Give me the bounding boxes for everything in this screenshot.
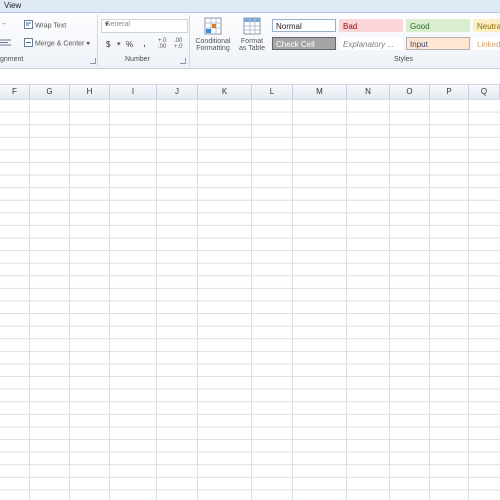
divider [97, 15, 98, 66]
format-as-table-button[interactable]: Format as Table [234, 16, 270, 52]
chevron-down-icon: ▾ [86, 40, 90, 48]
cell-style-good[interactable]: Good [406, 19, 470, 32]
column-header-j[interactable]: J [157, 85, 198, 99]
chevron-down-icon: ▾ [117, 41, 121, 48]
group-label-alignment: gnment [0, 56, 24, 63]
gridline [389, 99, 390, 500]
merge-center-button[interactable]: Merge & Center ▾ [24, 38, 90, 49]
column-header-k[interactable]: K [198, 85, 252, 99]
divider [189, 15, 190, 66]
column-header-n[interactable]: N [347, 85, 390, 99]
gridline [69, 99, 70, 500]
gridline [251, 99, 252, 500]
conditional-formatting-icon [192, 16, 234, 38]
number-format-dropdown[interactable]: General ▾ [101, 19, 188, 33]
percent-button[interactable]: % [126, 40, 133, 49]
column-header-o[interactable]: O [390, 85, 430, 99]
group-label-styles: Styles [394, 56, 414, 63]
cell-style-normal[interactable]: Normal [272, 19, 336, 32]
number-launcher-icon[interactable] [180, 58, 186, 64]
gridline [197, 99, 198, 500]
tab-view[interactable]: View [4, 1, 21, 10]
ribbon-tab-bar: View [0, 0, 500, 13]
indent-arrow-icon[interactable]: → [0, 20, 7, 27]
align-icon[interactable] [0, 38, 12, 49]
alignment-launcher-icon[interactable] [90, 58, 96, 64]
column-header-g[interactable]: G [30, 85, 70, 99]
increase-decimal-button[interactable]: +.0 .00 [158, 38, 170, 50]
format-as-table-icon [234, 16, 270, 38]
column-header-f[interactable]: F [0, 85, 30, 99]
comma-button[interactable]: , [143, 38, 146, 49]
cell-style-linked[interactable]: Linked [473, 37, 500, 50]
cell-style-bad[interactable]: Bad [339, 19, 403, 32]
merge-center-icon [24, 38, 33, 49]
gridline [292, 99, 293, 500]
cell-style-check-cell[interactable]: Check Cell [272, 37, 336, 50]
cell-style-neutra[interactable]: Neutra [473, 19, 500, 32]
decrease-decimal-button[interactable]: .00 +.0 [174, 38, 186, 50]
cell-style-input[interactable]: Input [406, 37, 470, 50]
gridline [429, 99, 430, 500]
chevron-down-icon: ▾ [105, 21, 109, 28]
column-header-row: FGHIJKLMNOPQ [0, 84, 500, 100]
gridline [156, 99, 157, 500]
wrap-text-icon [24, 20, 33, 31]
column-header-p[interactable]: P [430, 85, 469, 99]
column-header-i[interactable]: I [110, 85, 157, 99]
column-header-h[interactable]: H [70, 85, 110, 99]
group-label-number: Number [125, 56, 150, 63]
currency-button[interactable]: $ [106, 40, 110, 49]
wrap-text-button[interactable]: Wrap Text [24, 20, 66, 31]
gridline [29, 99, 30, 500]
column-header-q[interactable]: Q [469, 85, 500, 99]
column-header-m[interactable]: M [293, 85, 347, 99]
gridline [346, 99, 347, 500]
conditional-formatting-button[interactable]: Conditional Formatting [192, 16, 234, 52]
cell-style-explanatory[interactable]: Explanatory ... [339, 37, 403, 50]
worksheet-grid[interactable] [0, 99, 500, 500]
gridline [109, 99, 110, 500]
column-header-l[interactable]: L [252, 85, 293, 99]
gridline [468, 99, 469, 500]
